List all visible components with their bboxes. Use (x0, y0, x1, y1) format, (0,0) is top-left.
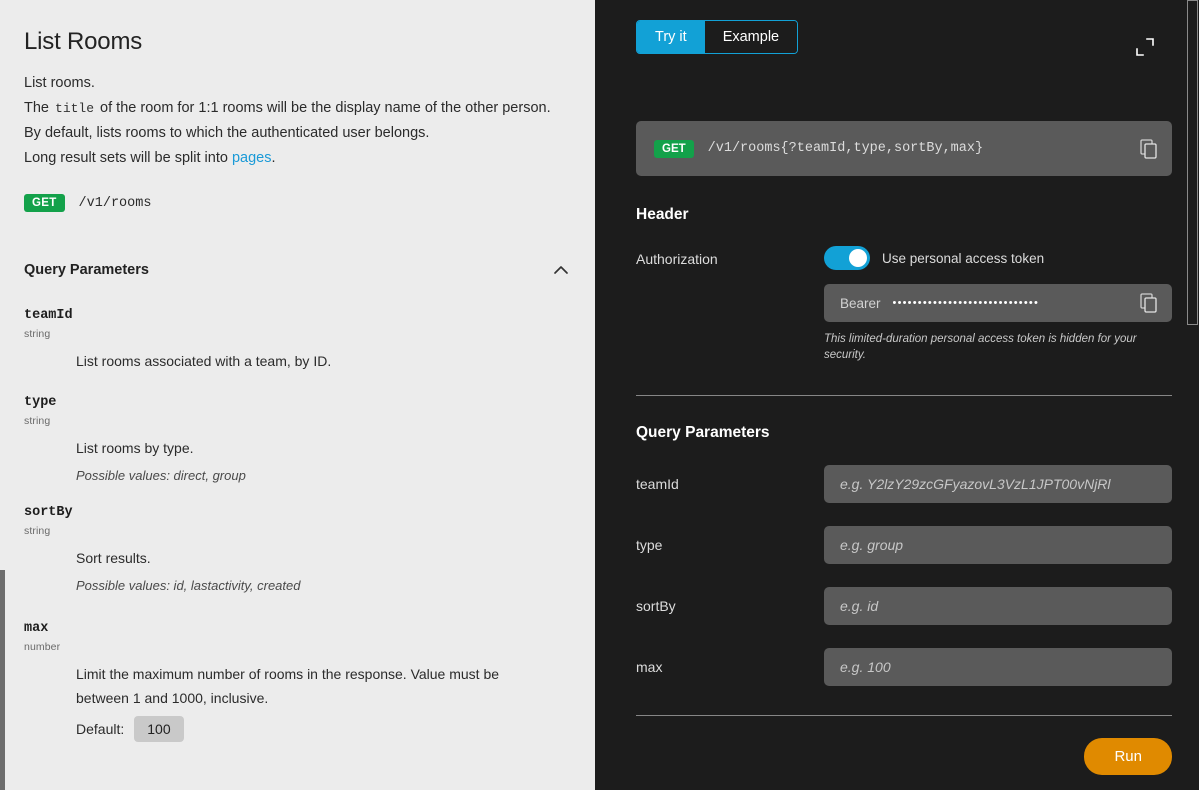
doc-paragraph-3: By default, lists rooms to which the aut… (24, 122, 571, 145)
toggle-label: Use personal access token (882, 251, 1044, 266)
query-param-input-max[interactable] (824, 648, 1172, 686)
doc-paragraph-2-post: of the room for 1:1 rooms will be the di… (96, 100, 551, 116)
expand-icon[interactable] (1132, 34, 1158, 60)
run-button-row: Run (636, 738, 1172, 775)
request-url-bar[interactable]: GET /v1/rooms{?teamId,type,sortBy,max} (636, 121, 1172, 176)
query-param-row-teamId: teamId (636, 465, 1172, 503)
param-possible-values: Possible values: direct, group (76, 468, 571, 483)
api-reference-page: List Rooms List rooms. The title of the … (0, 0, 1199, 790)
tab-try-it[interactable]: Try it (637, 21, 705, 53)
pages-link[interactable]: pages (232, 150, 272, 166)
section-divider (636, 395, 1172, 396)
param-type: string (24, 415, 571, 427)
query-param-label: teamId (636, 476, 824, 492)
authorization-label: Authorization (636, 246, 824, 363)
copy-icon[interactable] (1140, 139, 1158, 159)
query-param-input-type[interactable] (824, 526, 1172, 564)
param-name: sortBy (24, 505, 571, 520)
doc-paragraph-4: Long result sets will be split into page… (24, 147, 571, 170)
param-type: number (24, 641, 571, 653)
query-param-row-max: max (636, 648, 1172, 686)
documentation-panel: List Rooms List rooms. The title of the … (0, 0, 595, 790)
tab-example[interactable]: Example (705, 21, 797, 53)
param-type: string (24, 525, 571, 537)
authorization-row: Authorization Use personal access token … (636, 246, 1172, 363)
param-description: Limit the maximum number of rooms in the… (76, 662, 526, 710)
copy-icon[interactable] (1140, 293, 1158, 313)
doc-paragraph-2: The title of the room for 1:1 rooms will… (24, 97, 571, 120)
param-teamId: teamId string List rooms associated with… (24, 308, 571, 373)
tab-group: Try it Example (636, 20, 798, 54)
doc-paragraph-4-post: . (271, 150, 275, 166)
inline-code-title: title (53, 101, 96, 116)
query-param-input-teamId[interactable] (824, 465, 1172, 503)
param-description: Sort results. (76, 546, 571, 570)
try-panel-topbar: Try it Example (636, 20, 1172, 60)
param-description: List rooms by type. (76, 436, 571, 460)
endpoint-summary: GET /v1/rooms (24, 194, 571, 212)
param-type-block: type string List rooms by type. Possible… (24, 395, 571, 483)
query-parameters-title: Query Parameters (636, 424, 1172, 442)
page-title: List Rooms (24, 28, 571, 56)
param-possible-values: Possible values: id, lastactivity, creat… (76, 578, 571, 593)
doc-paragraph-3-text: By default, lists rooms to which the aut… (24, 125, 429, 141)
personal-access-token-toggle-row: Use personal access token (824, 246, 1172, 270)
param-default-label: Default: (76, 721, 124, 737)
param-sortBy: sortBy string Sort results. Possible val… (24, 505, 571, 593)
param-default-row: Default: 100 (76, 716, 571, 742)
doc-scrollbar-thumb[interactable] (0, 570, 5, 790)
bearer-token-note: This limited-duration personal access to… (824, 331, 1172, 363)
param-name: max (24, 621, 571, 636)
param-max: max number Limit the maximum number of r… (24, 621, 571, 742)
run-section-divider (636, 715, 1172, 716)
query-parameters-section-header[interactable]: Query Parameters (24, 260, 571, 286)
param-name: teamId (24, 308, 571, 323)
param-default-value: 100 (134, 716, 183, 742)
toggle-knob (849, 249, 867, 267)
endpoint-path: /v1/rooms (79, 196, 152, 211)
doc-paragraph-2-pre: The (24, 100, 53, 116)
query-param-row-sortBy: sortBy (636, 587, 1172, 625)
doc-paragraph-1-text: List rooms. (24, 75, 95, 91)
doc-paragraph-1: List rooms. (24, 72, 571, 95)
doc-paragraph-4-pre: Long result sets will be split into (24, 150, 232, 166)
query-param-row-type: type (636, 526, 1172, 564)
doc-scrollbar-track[interactable] (0, 0, 5, 790)
chevron-up-icon[interactable] (551, 260, 571, 280)
http-verb-badge: GET (24, 194, 65, 212)
query-param-label: max (636, 659, 824, 675)
query-param-label: type (636, 537, 824, 553)
query-param-input-sortBy[interactable] (824, 587, 1172, 625)
bearer-token-field[interactable]: Bearer ••••••••••••••••••••••••••••• (824, 284, 1172, 322)
param-name: type (24, 395, 571, 410)
param-type: string (24, 328, 571, 340)
use-personal-access-token-toggle[interactable] (824, 246, 870, 270)
try-it-panel: Try it Example GET /v1/rooms{?teamId,typ… (595, 0, 1199, 790)
header-section-title: Header (636, 206, 1172, 224)
url-http-verb-badge: GET (654, 140, 694, 158)
query-parameters-heading: Query Parameters (24, 262, 149, 278)
bearer-token-masked-value: ••••••••••••••••••••••••••••• (893, 297, 1140, 309)
run-button[interactable]: Run (1084, 738, 1172, 775)
query-param-label: sortBy (636, 598, 824, 614)
param-description: List rooms associated with a team, by ID… (76, 349, 571, 373)
bearer-prefix-label: Bearer (840, 296, 881, 311)
request-url-text: /v1/rooms{?teamId,type,sortBy,max} (708, 141, 1140, 156)
